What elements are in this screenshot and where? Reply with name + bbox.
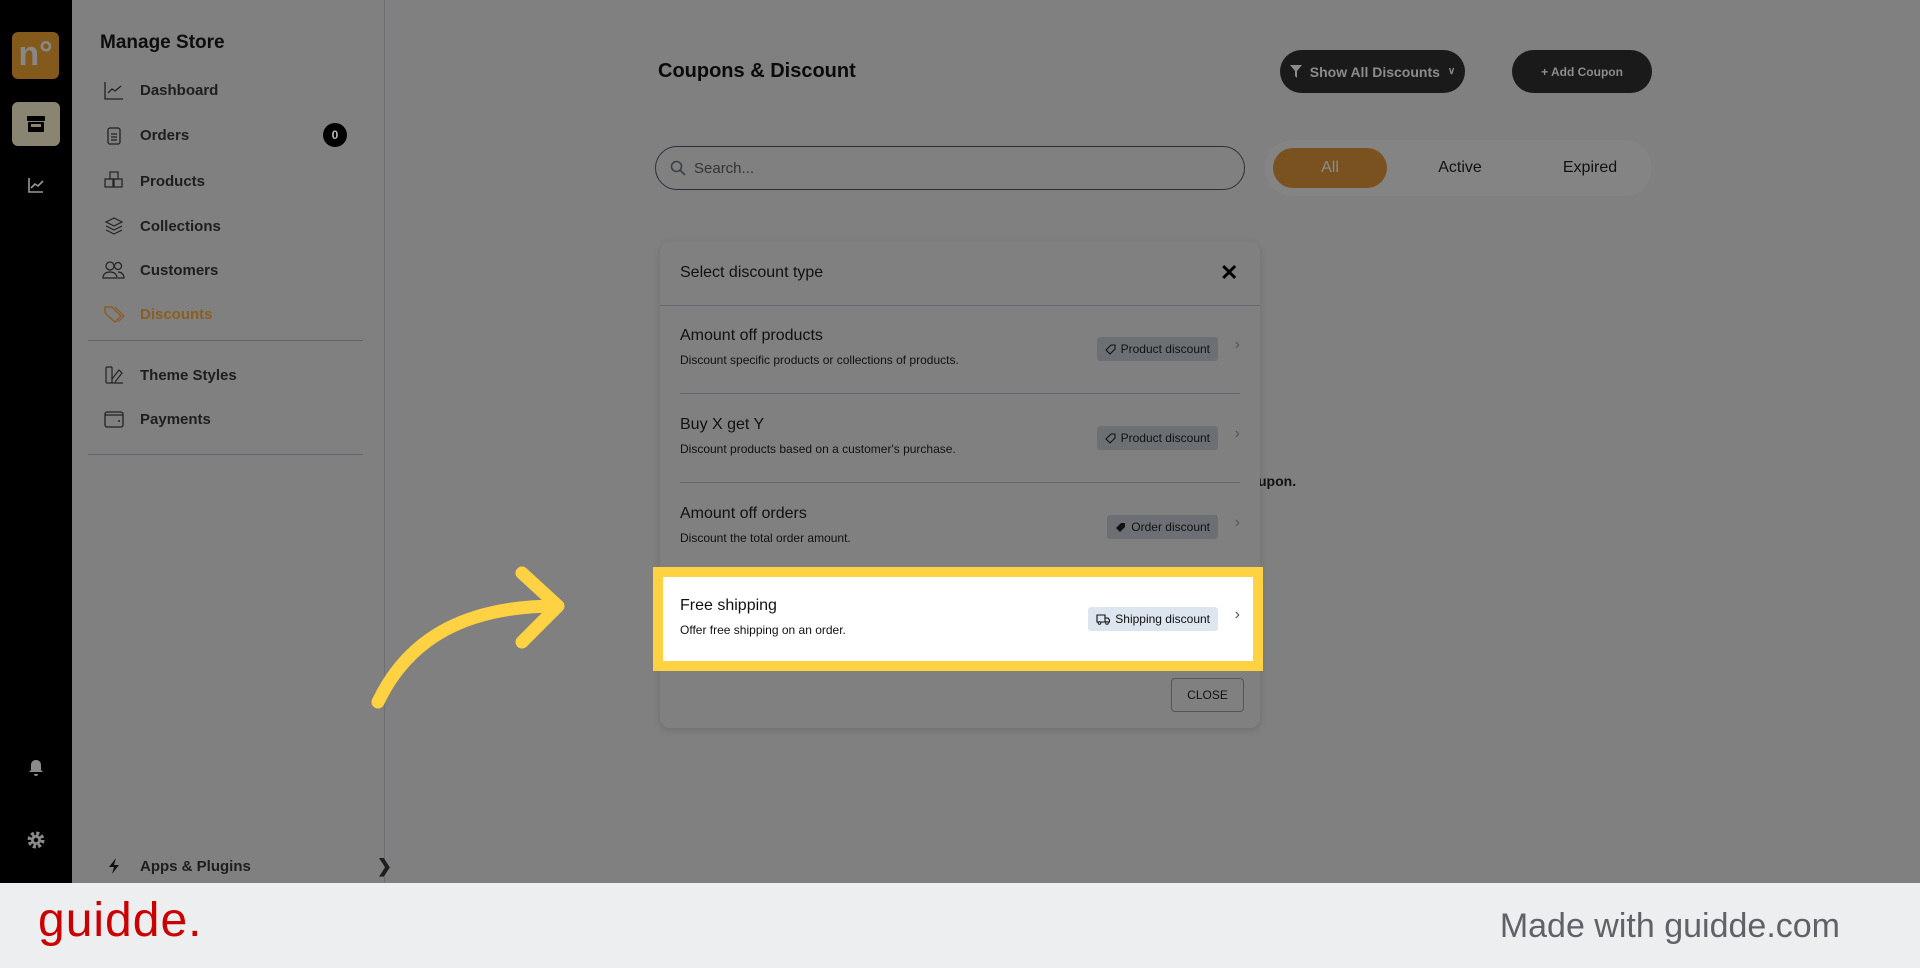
orders-count-badge: 0 bbox=[323, 123, 347, 147]
discount-option-free-shipping[interactable]: Free shipping Offer free shipping on an … bbox=[680, 575, 1240, 664]
discount-option-amount-off-products[interactable]: Amount off products Discount specific pr… bbox=[680, 305, 1240, 394]
highlighted-option-free-shipping: Free shipping Offer free shipping on an … bbox=[653, 567, 1263, 671]
sidebar-item-theme-styles[interactable]: Theme Styles bbox=[102, 360, 392, 390]
sidebar-item-label: Dashboard bbox=[140, 81, 219, 99]
layers-icon bbox=[102, 214, 126, 238]
sidebar-item-payments[interactable]: Payments bbox=[102, 404, 392, 434]
tag-outline-icon bbox=[1104, 432, 1116, 444]
add-coupon-label: + Add Coupon bbox=[1541, 64, 1623, 79]
icon-rail: n° bbox=[0, 0, 72, 883]
sidebar-item-label: Theme Styles bbox=[140, 366, 237, 384]
chevron-down-icon: ∨ bbox=[1447, 66, 1456, 77]
discount-option-amount-off-orders[interactable]: Amount off orders Discount the total ord… bbox=[680, 483, 1240, 572]
bolt-icon bbox=[102, 854, 126, 878]
tag-label: Product discount bbox=[1120, 342, 1210, 356]
tab-all[interactable]: All bbox=[1273, 148, 1387, 188]
tag-label: Order discount bbox=[1131, 520, 1210, 534]
page-title: Coupons & Discount bbox=[658, 60, 856, 82]
chevron-right-icon: › bbox=[1234, 606, 1240, 623]
bell-icon[interactable] bbox=[24, 756, 48, 780]
search-input[interactable] bbox=[694, 159, 1194, 177]
sidebar-item-apps-plugins[interactable]: Apps & Plugins ❯ bbox=[102, 851, 392, 881]
tag-label: Shipping discount bbox=[1115, 612, 1210, 626]
option-tag: Order discount bbox=[1107, 515, 1218, 539]
app-logo[interactable]: n° bbox=[12, 32, 59, 79]
tag-outline-icon bbox=[1104, 343, 1116, 355]
search-field[interactable] bbox=[655, 146, 1245, 190]
truck-icon bbox=[1096, 613, 1111, 625]
sidebar-item-products[interactable]: Products bbox=[102, 166, 392, 196]
option-title: Amount off products bbox=[680, 327, 823, 344]
sidebar-item-label: Apps & Plugins bbox=[140, 857, 251, 875]
chevron-right-icon: ❯ bbox=[376, 855, 392, 876]
chevron-right-icon: › bbox=[1234, 336, 1240, 353]
made-with-text: Made with guidde.com bbox=[1499, 907, 1840, 945]
sidebar-item-label: Discounts bbox=[140, 305, 213, 323]
sidebar-item-label: Orders bbox=[140, 126, 190, 144]
chevron-right-icon: › bbox=[1234, 514, 1240, 531]
add-coupon-button[interactable]: + Add Coupon bbox=[1512, 50, 1652, 93]
tab-active[interactable]: Active bbox=[1405, 148, 1515, 188]
guidde-footer: guidde. Made with guidde.com bbox=[0, 883, 1920, 968]
palette-icon bbox=[102, 363, 126, 387]
option-description: Discount specific products or collection… bbox=[680, 353, 959, 367]
gear-icon[interactable] bbox=[24, 828, 48, 852]
option-tag: Product discount bbox=[1096, 337, 1218, 361]
tag-label: Product discount bbox=[1120, 431, 1210, 445]
sidebar-item-label: Payments bbox=[140, 410, 211, 428]
option-tag: Product discount bbox=[1096, 426, 1218, 450]
users-icon bbox=[102, 258, 126, 282]
option-description: Offer free shipping on an order. bbox=[680, 623, 846, 637]
clipboard-icon bbox=[102, 123, 126, 147]
chevron-right-icon: › bbox=[1234, 425, 1240, 442]
wallet-icon bbox=[102, 407, 126, 431]
sidebar-item-orders[interactable]: Orders bbox=[102, 120, 392, 150]
option-title: Free shipping bbox=[680, 597, 777, 614]
close-icon[interactable]: ✕ bbox=[1220, 260, 1238, 286]
sidebar-item-label: Customers bbox=[140, 261, 219, 279]
option-description: Discount products based on a customer's … bbox=[680, 442, 956, 456]
option-description: Discount the total order amount. bbox=[680, 531, 851, 545]
sidebar-item-collections[interactable]: Collections bbox=[102, 211, 392, 241]
show-all-discounts-button[interactable]: Show All Discounts ∨ bbox=[1280, 50, 1465, 93]
option-title: Amount off orders bbox=[680, 505, 807, 522]
sidebar-item-discounts[interactable]: Discounts bbox=[102, 299, 392, 329]
tag-icon bbox=[102, 302, 126, 326]
modal-title: Select discount type bbox=[680, 264, 824, 281]
sidebar-item-label: Collections bbox=[140, 217, 221, 235]
discount-option-buy-x-get-y[interactable]: Buy X get Y Discount products based on a… bbox=[680, 394, 1240, 483]
filter-icon bbox=[1289, 65, 1302, 78]
chart-line-icon bbox=[102, 78, 126, 102]
sidebar-item-label: Products bbox=[140, 172, 206, 190]
search-icon bbox=[670, 160, 686, 176]
status-tabs: All Active Expired bbox=[1265, 140, 1652, 196]
tab-expired[interactable]: Expired bbox=[1535, 148, 1645, 188]
sidebar-item-dashboard[interactable]: Dashboard bbox=[102, 75, 392, 105]
store-icon bbox=[27, 116, 45, 132]
boxes-icon bbox=[102, 169, 126, 193]
close-button[interactable]: CLOSE bbox=[1171, 678, 1244, 712]
tag-filled-icon bbox=[1116, 522, 1126, 532]
sidebar: Manage Store Dashboard Orders 0 Products… bbox=[72, 0, 392, 883]
sidebar-divider bbox=[88, 454, 363, 455]
guidde-logo: guidde. bbox=[38, 894, 203, 947]
filter-button-label: Show All Discounts bbox=[1309, 63, 1440, 80]
sidebar-item-customers[interactable]: Customers bbox=[102, 255, 392, 285]
store-button[interactable] bbox=[12, 102, 60, 146]
chart-icon[interactable] bbox=[24, 173, 48, 197]
sidebar-divider bbox=[88, 340, 363, 341]
sidebar-title: Manage Store bbox=[100, 32, 225, 53]
empty-state-text: upon. bbox=[1258, 473, 1297, 489]
option-title: Buy X get Y bbox=[680, 416, 765, 433]
option-tag: Shipping discount bbox=[1088, 607, 1218, 631]
